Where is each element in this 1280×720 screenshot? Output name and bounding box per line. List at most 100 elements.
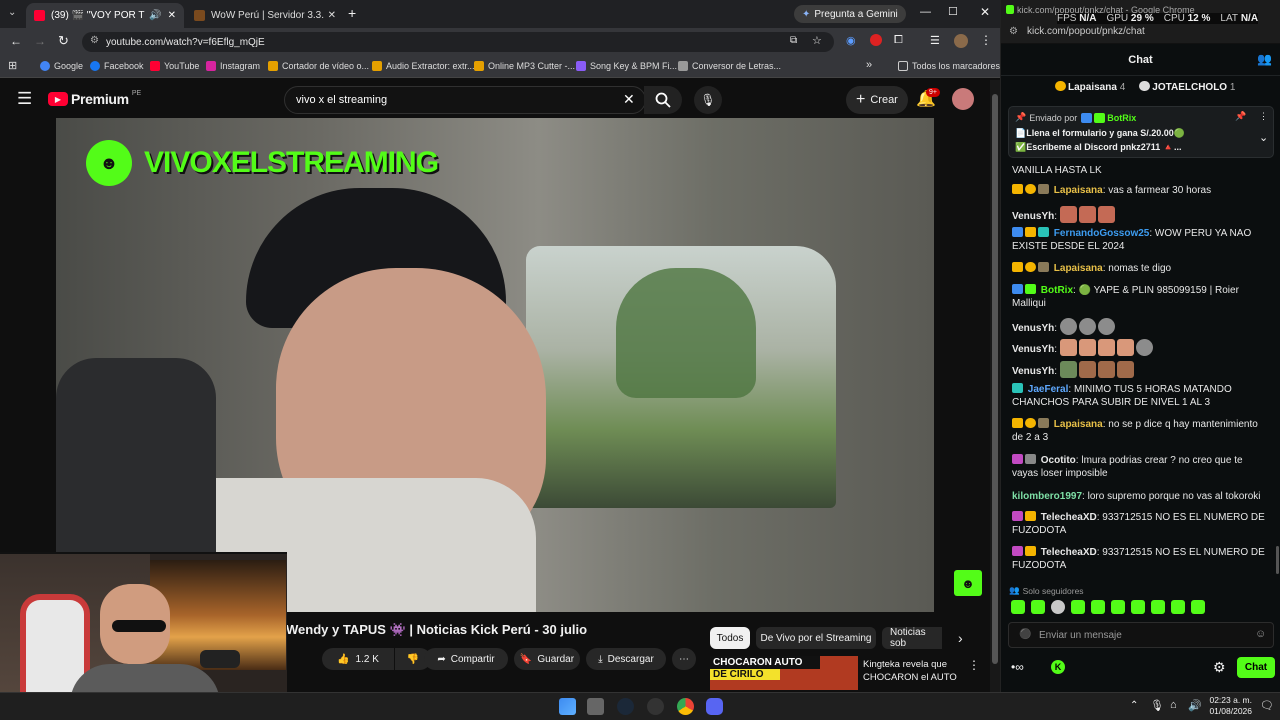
account-avatar[interactable] <box>952 88 974 110</box>
bookmark-video-cutter[interactable]: Cortador de vídeo o... <box>268 61 369 71</box>
extension-icon[interactable]: ◉ <box>846 34 856 47</box>
new-tab-button[interactable]: + <box>348 5 356 21</box>
emote[interactable] <box>1191 600 1205 614</box>
bookmark-conversor[interactable]: Conversor de Letras... <box>678 61 781 71</box>
bookmark-mp3-cutter[interactable]: Online MP3 Cutter -... <box>474 61 575 71</box>
steam-icon[interactable] <box>617 698 634 715</box>
users-icon[interactable]: 👥 <box>1257 52 1272 66</box>
search-input[interactable]: vivo x el streaming ✕ <box>284 86 646 114</box>
chip-todos[interactable]: Todos <box>710 627 750 649</box>
scroll-thumb[interactable] <box>992 94 998 664</box>
tab-youtube[interactable]: (39) 🎬 "VOY POR TI FEKA" 🔊 ✕ <box>26 3 184 28</box>
chat-input[interactable]: ⚫ Enviar un mensaje ☺ <box>1008 622 1274 648</box>
recommended-thumbnail[interactable]: CHOCARON AUTO DE CIRILO <box>710 656 858 690</box>
chip-noticias[interactable]: Noticias sob <box>882 627 942 649</box>
app-icon[interactable] <box>647 698 664 715</box>
reload-icon[interactable]: ↻ <box>58 33 69 49</box>
menu-icon[interactable]: ⋮ <box>980 33 992 47</box>
chips-next-icon[interactable]: › <box>958 630 963 646</box>
extensions-puzzle-icon[interactable]: ⧠ <box>894 34 903 47</box>
tab-close-icon[interactable]: ✕ <box>328 10 336 21</box>
pinned-menu-icon[interactable]: ⋮ <box>1259 111 1268 122</box>
bookmark-instagram[interactable]: Instagram <box>206 61 260 71</box>
emote[interactable] <box>1071 600 1085 614</box>
send-chat-button[interactable]: Chat <box>1237 657 1275 678</box>
bookmark-google[interactable]: Google <box>40 61 83 71</box>
mic-tray-icon[interactable]: 🎙 <box>1150 699 1164 712</box>
chip-de-vivo[interactable]: De Vivo por el Streaming <box>756 627 876 649</box>
audio-icon[interactable]: 🔊 <box>149 10 161 21</box>
emote[interactable] <box>1171 600 1185 614</box>
minimize-button[interactable]: — <box>920 6 931 18</box>
emote[interactable] <box>1011 600 1025 614</box>
save-button[interactable]: 🔖 Guardar <box>514 648 580 670</box>
maximize-button[interactable]: ☐ <box>948 5 958 18</box>
url-field[interactable]: ⚙ youtube.com/watch?v=f6Eflg_mQjE ⧉ ☆ <box>82 32 834 52</box>
close-window-button[interactable]: ✕ <box>980 5 990 19</box>
page-scrollbar[interactable] <box>990 80 1000 692</box>
search-button[interactable] <box>644 86 682 114</box>
install-icon[interactable]: ⧉ <box>790 35 797 46</box>
gifter-item[interactable]: Lapaisana 4 <box>1055 81 1125 93</box>
emote <box>1097 361 1115 378</box>
gemini-button[interactable]: ✦ Pregunta a Gemini <box>794 5 906 23</box>
pin-icon[interactable]: 📌 <box>1235 111 1246 122</box>
bookmark-song-key[interactable]: Song Key & BPM Fi... <box>576 61 677 71</box>
extension-red-icon[interactable] <box>870 34 882 46</box>
tray-expand-icon[interactable]: ⌃ <box>1130 700 1138 711</box>
kick-points-icon[interactable]: K <box>1051 660 1065 674</box>
expand-icon[interactable]: ⌄ <box>1259 131 1268 144</box>
like-button[interactable]: 👍 1.2 K <box>322 648 394 670</box>
guide-menu-icon[interactable]: ☰ <box>17 89 32 109</box>
pin-icon: 📌 <box>1015 112 1027 122</box>
chat-scrollbar[interactable] <box>1276 546 1279 574</box>
youtube-logo[interactable]: ▶ Premium PE <box>48 90 141 107</box>
bookmark-star-icon[interactable]: ☆ <box>812 34 822 47</box>
rec-more-icon[interactable]: ⋮ <box>968 658 980 672</box>
emote[interactable] <box>1151 600 1165 614</box>
share-button[interactable]: ➦ Compartir <box>424 648 508 670</box>
clear-search-icon[interactable]: ✕ <box>623 91 635 108</box>
bookmark-facebook[interactable]: Facebook <box>90 61 144 71</box>
apps-icon[interactable]: ⊞ <box>8 59 17 72</box>
profile-avatar[interactable] <box>954 34 968 48</box>
download-button[interactable]: ⤓ Descargar <box>586 648 666 670</box>
forward-icon[interactable]: → <box>34 34 46 48</box>
file-explorer-icon[interactable] <box>587 698 604 715</box>
more-bookmarks-button[interactable]: » <box>866 59 872 71</box>
site-info-icon[interactable]: ⚙ <box>1009 26 1018 37</box>
channel-watermark-icon[interactable]: ☻ <box>954 570 982 596</box>
tab-wow-peru[interactable]: WoW Perú | Servidor 3.3.5a para ✕ <box>186 3 344 28</box>
bookmark-audio-extractor[interactable]: Audio Extractor: extr... <box>372 61 475 71</box>
site-info-icon[interactable]: ⚙ <box>90 35 99 46</box>
video-player[interactable]: ☻ VIVOXELSTREAMING <box>56 118 934 612</box>
emote[interactable] <box>1111 600 1125 614</box>
emote[interactable] <box>1031 600 1045 614</box>
gifter-item[interactable]: JOTAELCHOLO 1 <box>1139 81 1235 93</box>
start-icon[interactable] <box>559 698 576 715</box>
pinned-message[interactable]: 📌 Enviado por BotRix 📌 ⋮ 📄Llena el formu… <box>1008 106 1274 158</box>
back-icon[interactable]: ← <box>10 34 22 48</box>
tab-search-icon[interactable]: ⌄ <box>8 7 16 18</box>
discord-icon[interactable] <box>706 698 723 715</box>
clock[interactable]: 02:23 a. m. 01/08/2026 <box>1206 695 1252 717</box>
settings-gear-icon[interactable]: ⚙ <box>1213 659 1226 676</box>
network-icon[interactable]: ⌂ <box>1170 699 1177 711</box>
chat-settings-icon[interactable]: ⚫ <box>1019 629 1031 640</box>
more-actions-button[interactable]: ⋯ <box>672 648 696 670</box>
notifications-icon[interactable]: 🗨 <box>1260 699 1274 712</box>
volume-icon[interactable]: 🔊 <box>1188 699 1202 712</box>
emote-bar <box>1011 600 1207 614</box>
emote[interactable] <box>1051 600 1065 614</box>
emote[interactable] <box>1131 600 1145 614</box>
media-control-icon[interactable]: ☰ <box>930 34 940 47</box>
chrome-icon[interactable] <box>677 698 694 715</box>
create-button[interactable]: + Crear <box>846 86 908 114</box>
voice-search-button[interactable]: 🎙 <box>694 86 722 114</box>
emote[interactable] <box>1091 600 1105 614</box>
connection-icon[interactable]: •∞ <box>1011 660 1024 674</box>
all-bookmarks-folder[interactable]: Todos los marcadores <box>898 61 1000 71</box>
emoji-icon[interactable]: ☺ <box>1255 628 1266 640</box>
bookmark-youtube[interactable]: YouTube <box>150 61 199 71</box>
tab-close-icon[interactable]: ✕ <box>168 10 176 21</box>
